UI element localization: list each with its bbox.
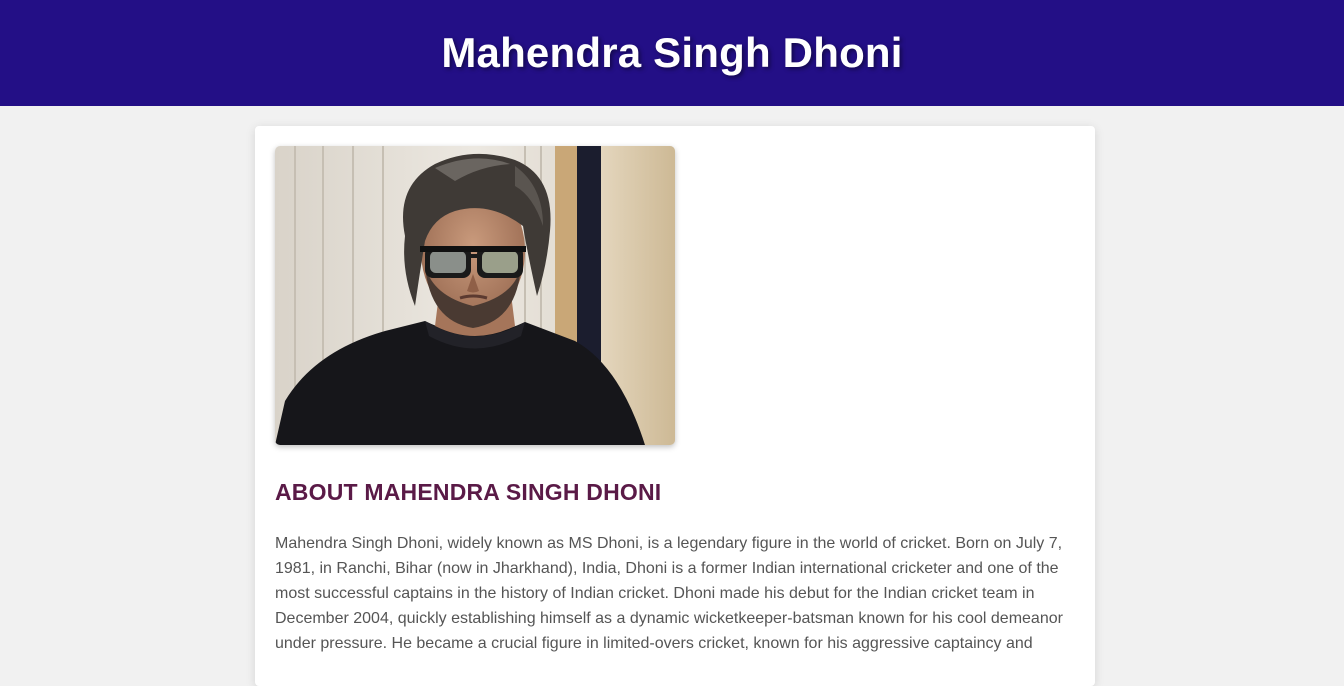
- site-header: Mahendra Singh Dhoni: [0, 0, 1344, 106]
- profile-card: ABOUT MAHENDRA SINGH DHONI Mahendra Sing…: [255, 126, 1095, 686]
- about-heading: ABOUT MAHENDRA SINGH DHONI: [275, 479, 662, 505]
- bio-paragraph: Mahendra Singh Dhoni, widely known as MS…: [275, 535, 1063, 652]
- profile-photo: [275, 146, 675, 445]
- page-title: Mahendra Singh Dhoni: [441, 29, 903, 76]
